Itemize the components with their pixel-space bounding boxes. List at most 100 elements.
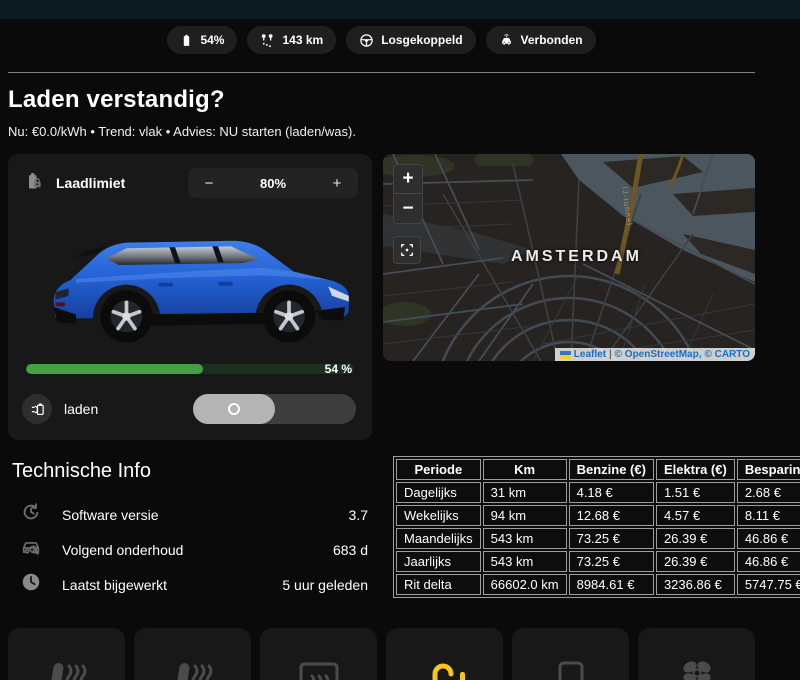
osm-link[interactable]: © OpenStreetMap, [615,349,702,360]
tech-value: 5 uur geleden [282,576,368,593]
top-strip [0,0,800,19]
header-divider [8,72,755,73]
coupling-badge-label: Losgekoppeld [381,33,463,47]
charging-toggle-label: laden [64,401,99,417]
tech-info-title: Technische Info [12,460,151,482]
cell: 46.86 € [736,551,800,572]
cell: 66602.0 km [482,574,567,595]
table-row: Dagelijks 31 km 4.18 € 1.51 € 2.68 € [396,482,800,503]
tech-info-card: Technische Info Software versie 3.7 Volg… [8,456,372,602]
tech-item-software[interactable]: Software versie 3.7 [8,497,372,532]
clock-icon [20,571,42,598]
cell: 26.39 € [655,551,735,572]
toggle-handle [193,394,275,424]
cell: 5747.75 € [736,574,800,595]
cell: 3236.86 € [655,574,735,595]
map-card[interactable]: + − AMSTERDAM IJ-tunnel Leaflet | © Open… [383,154,755,361]
charge-limit-label: Laadlimiet [56,175,126,191]
update-icon [20,501,42,528]
car-connected-icon [499,33,514,48]
table-row: Wekelijks 94 km 12.68 € 4.57 € 8.11 € [396,505,800,526]
car-image [20,206,360,354]
cell: 94 km [482,505,567,526]
cell: 2.68 € [736,482,800,503]
battery-badge[interactable]: 54% [167,26,238,54]
charging-toggle[interactable] [193,394,356,424]
tech-label: Laatst bijgewerkt [62,576,168,593]
cell: 12.68 € [568,505,654,526]
toggle-off-ring-icon [227,403,240,415]
carto-link[interactable]: © CARTO [704,349,750,360]
page-title: Laden verstandig? [8,86,225,113]
window-defrost-icon [295,656,343,680]
battery-badge-label: 54% [200,33,225,47]
col-header: Km [482,459,567,480]
charge-card: Laadlimiet − 80% + 54 % laden [8,154,372,440]
cell: 1.51 € [655,482,735,503]
battery-lock-icon [24,170,44,197]
map-city-label: AMSTERDAM [510,248,642,265]
seat-heater-right-button[interactable]: Stoel rechts [134,628,251,680]
limit-value: 80% [259,175,287,191]
cell: Dagelijks [396,482,481,503]
range-badge[interactable]: 143 km [247,26,337,54]
cell: 73.25 € [568,528,654,549]
tech-label: Volgend onderhoud [62,541,184,558]
battery-progress: 54 % [26,362,354,376]
window-heat-button[interactable]: Raam verwarmen [512,628,629,680]
inside-temp-button[interactable]: A/C Binnen temp. [638,628,755,680]
advice-subtitle: Nu: €0.0/kWh • Trend: vlak • Advies: NU … [8,124,356,139]
cell: Jaarlijks [396,551,481,572]
limit-increase-button[interactable]: + [316,168,358,198]
battery-icon [180,33,193,48]
cell: Maandelijks [396,528,481,549]
cell: 46.86 € [736,528,800,549]
connection-badge-label: Verbonden [520,33,583,47]
limit-decrease-button[interactable]: − [188,168,230,198]
map-zoom-control: + − [393,164,423,224]
tech-value: 3.7 [348,506,368,523]
cell: 73.25 € [568,551,654,572]
car-wrench-icon [20,536,42,563]
charge-limit-stepper: − 80% + [188,168,358,198]
map-locate-button[interactable] [393,236,421,264]
window-icon [547,656,595,680]
cell: 4.57 € [655,505,735,526]
col-header: Elektra (€) [655,459,735,480]
seat-heater-left-button[interactable]: Stoel links [8,628,125,680]
col-header: Periode [396,459,481,480]
coupling-badge[interactable]: Losgekoppeld [346,26,476,54]
connection-badge[interactable]: Verbonden [485,26,596,54]
window-defrost-button[interactable]: Raam verwarming [260,628,377,680]
cell: 26.39 € [655,528,735,549]
map-zoom-out-button[interactable]: − [394,194,422,223]
cell: 543 km [482,528,567,549]
charging-plug-icon [22,394,52,424]
tech-item-maintenance[interactable]: Volgend onderhoud 683 d [8,532,372,567]
cell: 4.18 € [568,482,654,503]
map-attribution: Leaflet | © OpenStreetMap, © CARTO [554,348,755,361]
attr-separator: | [609,349,612,360]
tech-label: Software versie [62,506,159,523]
climate-on-unlock-button[interactable]: Klimaat bij ontgrendelen [386,628,503,680]
ac-fan-icon: A/C [673,656,721,680]
map-zoom-in-button[interactable]: + [394,165,422,194]
cell: Rit delta [396,574,481,595]
route-icon [260,33,275,48]
table-row: Maandelijks 543 km 73.25 € 26.39 € 46.86… [396,528,800,549]
table-row: Jaarlijks 543 km 73.25 € 26.39 € 46.86 € [396,551,800,572]
battery-progress-track [26,364,354,374]
cell: 8.11 € [736,505,800,526]
cell: 543 km [482,551,567,572]
leaflet-link[interactable]: Leaflet [574,349,606,360]
ukraine-flag-icon [559,350,571,359]
col-header: Besparing (€) [736,459,800,480]
cell: Wekelijks [396,505,481,526]
col-header: Benzine (€) [568,459,654,480]
tech-item-updated[interactable]: Laatst bijgewerkt 5 uur geleden [8,567,372,602]
table-row: Rit delta 66602.0 km 8984.61 € 3236.86 €… [396,574,800,595]
range-badge-label: 143 km [282,33,324,47]
tech-value: 683 d [332,541,368,558]
seat-heater-right-icon [169,656,217,680]
battery-progress-fill [26,364,204,374]
